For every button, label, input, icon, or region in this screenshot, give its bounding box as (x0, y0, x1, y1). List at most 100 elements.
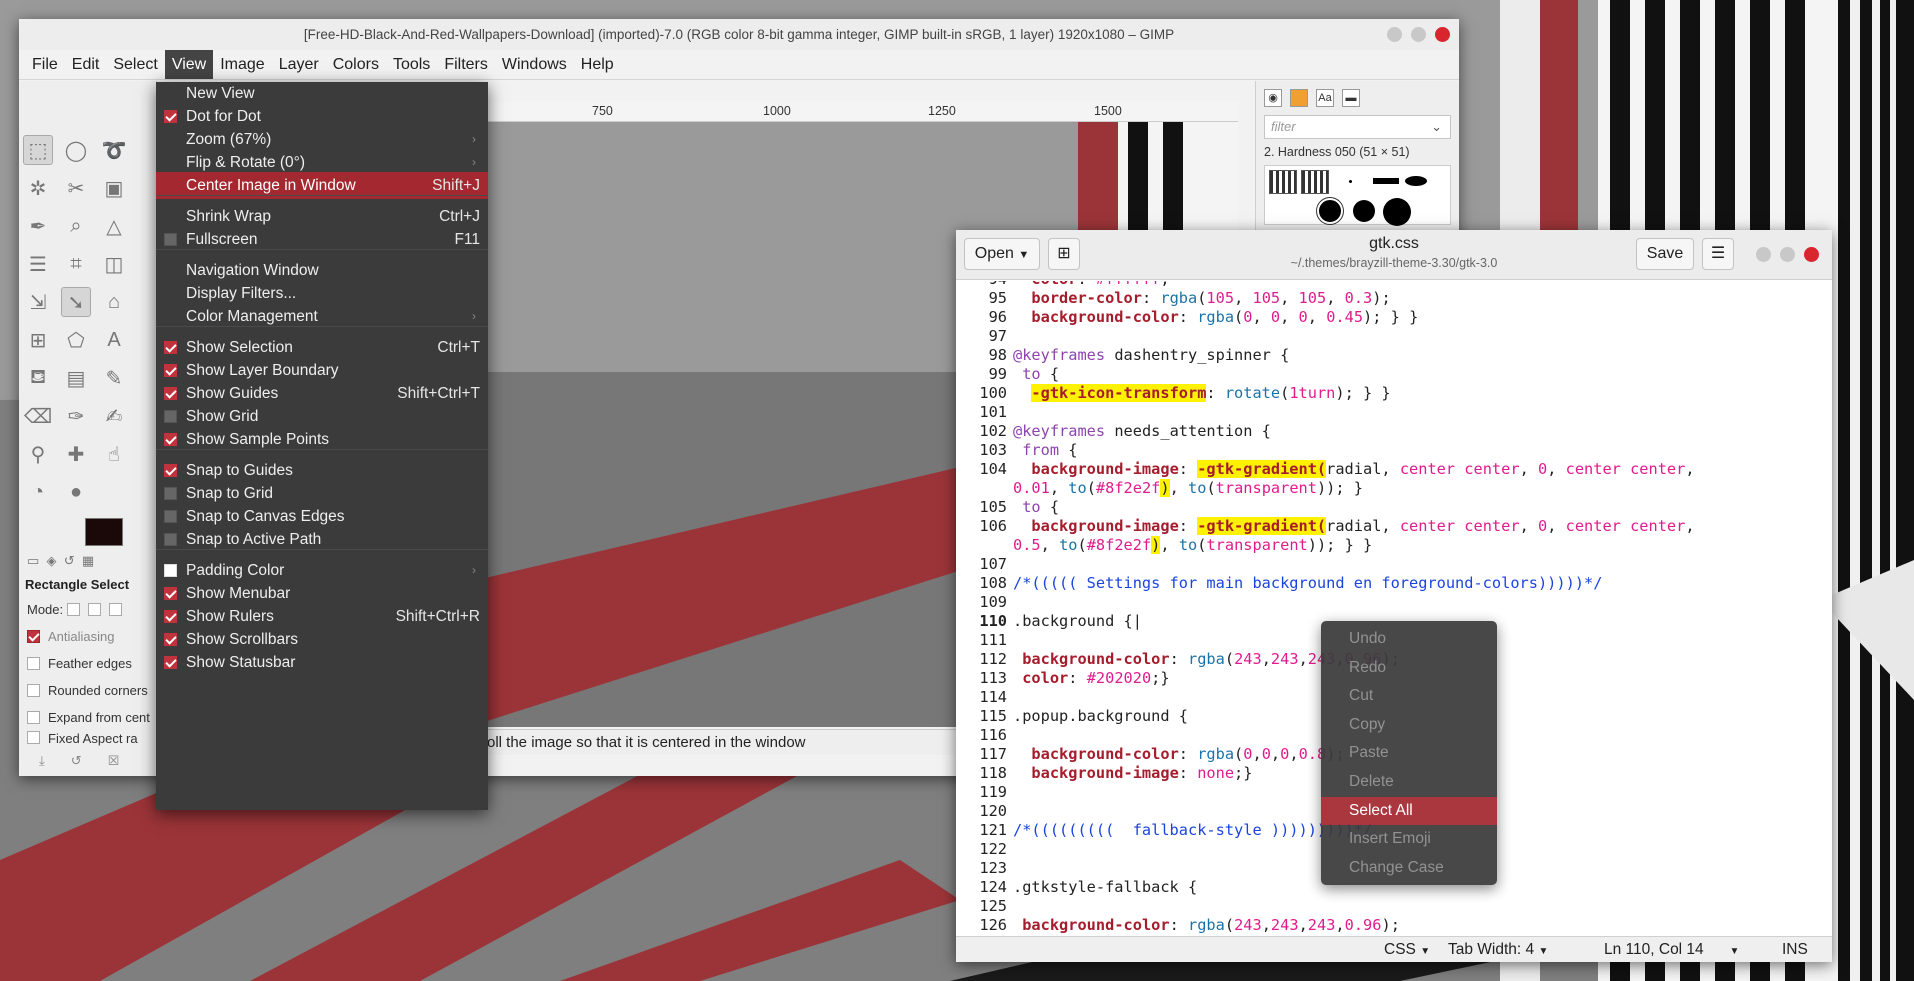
gradient-tool-icon[interactable]: ▤ (61, 363, 91, 393)
crop-tool-icon[interactable]: ⌗ (61, 249, 91, 279)
menu-filters[interactable]: Filters (437, 50, 495, 79)
brush-preview[interactable] (1301, 170, 1329, 194)
menu-file[interactable]: File (25, 50, 65, 79)
mode-add-button[interactable] (87, 603, 101, 616)
code-line[interactable]: 119 (956, 783, 1013, 802)
fixed-option[interactable]: Fixed Aspect ra (19, 731, 157, 747)
save-options-icon[interactable]: ⤓ (39, 753, 45, 769)
expand-checkbox[interactable] (27, 711, 40, 724)
menu-view[interactable]: View (164, 50, 214, 79)
handle-transform-tool-icon[interactable]: ⊞ (23, 325, 53, 355)
rounded-option[interactable]: Rounded corners (19, 677, 157, 704)
feather-option[interactable]: Feather edges (19, 650, 157, 677)
code-line[interactable]: 102 @keyframes needs_attention { (956, 422, 1271, 441)
menu-checkbox[interactable] (164, 610, 177, 623)
pencil-tool-icon[interactable]: ✎ (99, 363, 129, 393)
chevron-down-icon[interactable]: ⌄ (1431, 116, 1442, 138)
code-line[interactable]: 100 -gtk-icon-transform: rotate(1turn); … (956, 384, 1391, 403)
brush-preview[interactable] (1269, 170, 1297, 194)
gradients-tab-icon[interactable]: ▬ (1342, 89, 1360, 107)
view-menu-item[interactable]: Show Statusbar (156, 649, 488, 676)
ink-tool-icon[interactable]: ✍ (99, 401, 129, 431)
menu-select[interactable]: Select (106, 50, 164, 79)
code-line[interactable]: 99 to { (956, 365, 1059, 384)
code-line[interactable]: 114 (956, 688, 1013, 707)
delete-options-icon[interactable]: ☒ (108, 753, 120, 769)
menu-checkbox[interactable] (164, 533, 177, 546)
fuzzy-select-tool-icon[interactable]: ✲ (23, 173, 53, 203)
menu-checkbox[interactable] (164, 410, 177, 423)
context-menu-item[interactable]: Insert Emoji (1321, 825, 1497, 853)
menu-checkbox[interactable] (164, 341, 177, 354)
device-status-tab-icon[interactable]: ◈ (47, 553, 57, 569)
code-line[interactable]: 106 background-image: -gtk-gradient(radi… (956, 517, 1695, 536)
code-line[interactable]: 107 (956, 555, 1013, 574)
menu-checkbox[interactable] (164, 233, 177, 246)
free-select-tool-icon[interactable]: ➰ (99, 135, 129, 165)
context-menu-item[interactable]: Copy (1321, 711, 1497, 739)
menu-checkbox[interactable] (164, 364, 177, 377)
minimize-button[interactable] (1387, 27, 1402, 42)
code-line[interactable]: 0.5, to(#8f2e2f), to(transparent)); } } (956, 536, 1372, 555)
menu-edit[interactable]: Edit (65, 50, 107, 79)
menu-checkbox[interactable] (164, 656, 177, 669)
ellipse-select-tool-icon[interactable]: ◯ (61, 135, 91, 165)
menu-checkbox[interactable] (164, 387, 177, 400)
menu-checkbox[interactable] (164, 510, 177, 523)
foreground-color-swatch[interactable] (85, 518, 123, 546)
rect-select-tool-icon[interactable]: ⬚ (23, 135, 53, 165)
code-line[interactable]: 125 (956, 897, 1013, 916)
tab-width-selector[interactable]: Tab Width: 4 ▼ (1448, 937, 1548, 965)
menu-layer[interactable]: Layer (272, 50, 326, 79)
menu-image[interactable]: Image (213, 50, 271, 79)
brush-preview[interactable] (1373, 178, 1399, 184)
cursor-position[interactable]: Ln 110, Col 14 ▼ (1604, 937, 1739, 965)
close-button[interactable] (1435, 27, 1450, 42)
eraser-tool-icon[interactable]: ⌫ (23, 401, 53, 431)
code-line[interactable]: 120 (956, 802, 1013, 821)
code-line[interactable]: 117 background-color: rgba(0,0,0,0.8); (956, 745, 1344, 764)
antialiasing-checkbox[interactable] (27, 630, 40, 643)
code-line[interactable]: 101 (956, 403, 1013, 422)
menu-checkbox[interactable] (164, 587, 177, 600)
perspective-tool-icon[interactable]: ⬠ (61, 325, 91, 355)
reset-options-icon[interactable]: ↺ (71, 753, 82, 769)
heal-tool-icon[interactable]: ✚ (61, 439, 91, 469)
menu-tools[interactable]: Tools (386, 50, 437, 79)
context-menu-item[interactable]: Select All (1321, 796, 1497, 825)
code-line[interactable]: 94 color: #ffffff; (956, 281, 1170, 289)
menu-checkbox[interactable] (164, 633, 177, 646)
code-line[interactable]: 121 /*((((((((( fallback-style )))))))))*… (956, 821, 1372, 840)
brush-preview[interactable] (1349, 180, 1352, 183)
code-line[interactable]: 118 background-image: none;} (956, 764, 1252, 783)
rounded-checkbox[interactable] (27, 684, 40, 697)
brush-preview[interactable] (1353, 200, 1375, 222)
code-line[interactable]: 124 .gtkstyle-fallback { (956, 878, 1197, 897)
clone-tool-icon[interactable]: ⚲ (23, 439, 53, 469)
code-line[interactable]: 103 from { (956, 441, 1077, 460)
code-line[interactable]: 98 @keyframes dashentry_spinner { (956, 346, 1290, 365)
code-line[interactable]: 110 .background {| (956, 612, 1142, 631)
menu-checkbox[interactable] (164, 564, 177, 577)
code-line[interactable]: 105 to { (956, 498, 1059, 517)
blur-tool-icon[interactable]: ● (61, 477, 91, 507)
context-menu-item[interactable]: Undo (1321, 625, 1497, 653)
brush-preview[interactable] (1405, 176, 1427, 186)
unified-transform-tool-icon[interactable]: ◫ (99, 249, 129, 279)
bucket-fill-tool-icon[interactable]: ⛾ (23, 363, 53, 393)
brushes-tab-icon[interactable]: ◉ (1264, 89, 1282, 107)
code-line[interactable]: 116 (956, 726, 1013, 745)
save-button[interactable]: Save (1636, 238, 1694, 270)
mode-subtract-button[interactable] (108, 603, 122, 616)
color-picker-tool-icon[interactable]: ✒ (23, 211, 53, 241)
insert-mode[interactable]: INS (1782, 937, 1808, 963)
language-selector[interactable]: CSS ▼ (1384, 937, 1430, 965)
code-line[interactable]: 95 border-color: rgba(105, 105, 105, 0.3… (956, 289, 1391, 308)
undo-history-tab-icon[interactable]: ↺ (64, 553, 75, 569)
context-menu-item[interactable]: Change Case (1321, 854, 1497, 882)
brush-filter-input[interactable]: filter ⌄ (1264, 115, 1451, 139)
smudge-tool-icon[interactable]: ☝ (99, 439, 129, 469)
expand-option[interactable]: Expand from cent (19, 704, 157, 731)
code-line[interactable]: 109 (956, 593, 1013, 612)
brush-preview[interactable] (1383, 198, 1411, 226)
